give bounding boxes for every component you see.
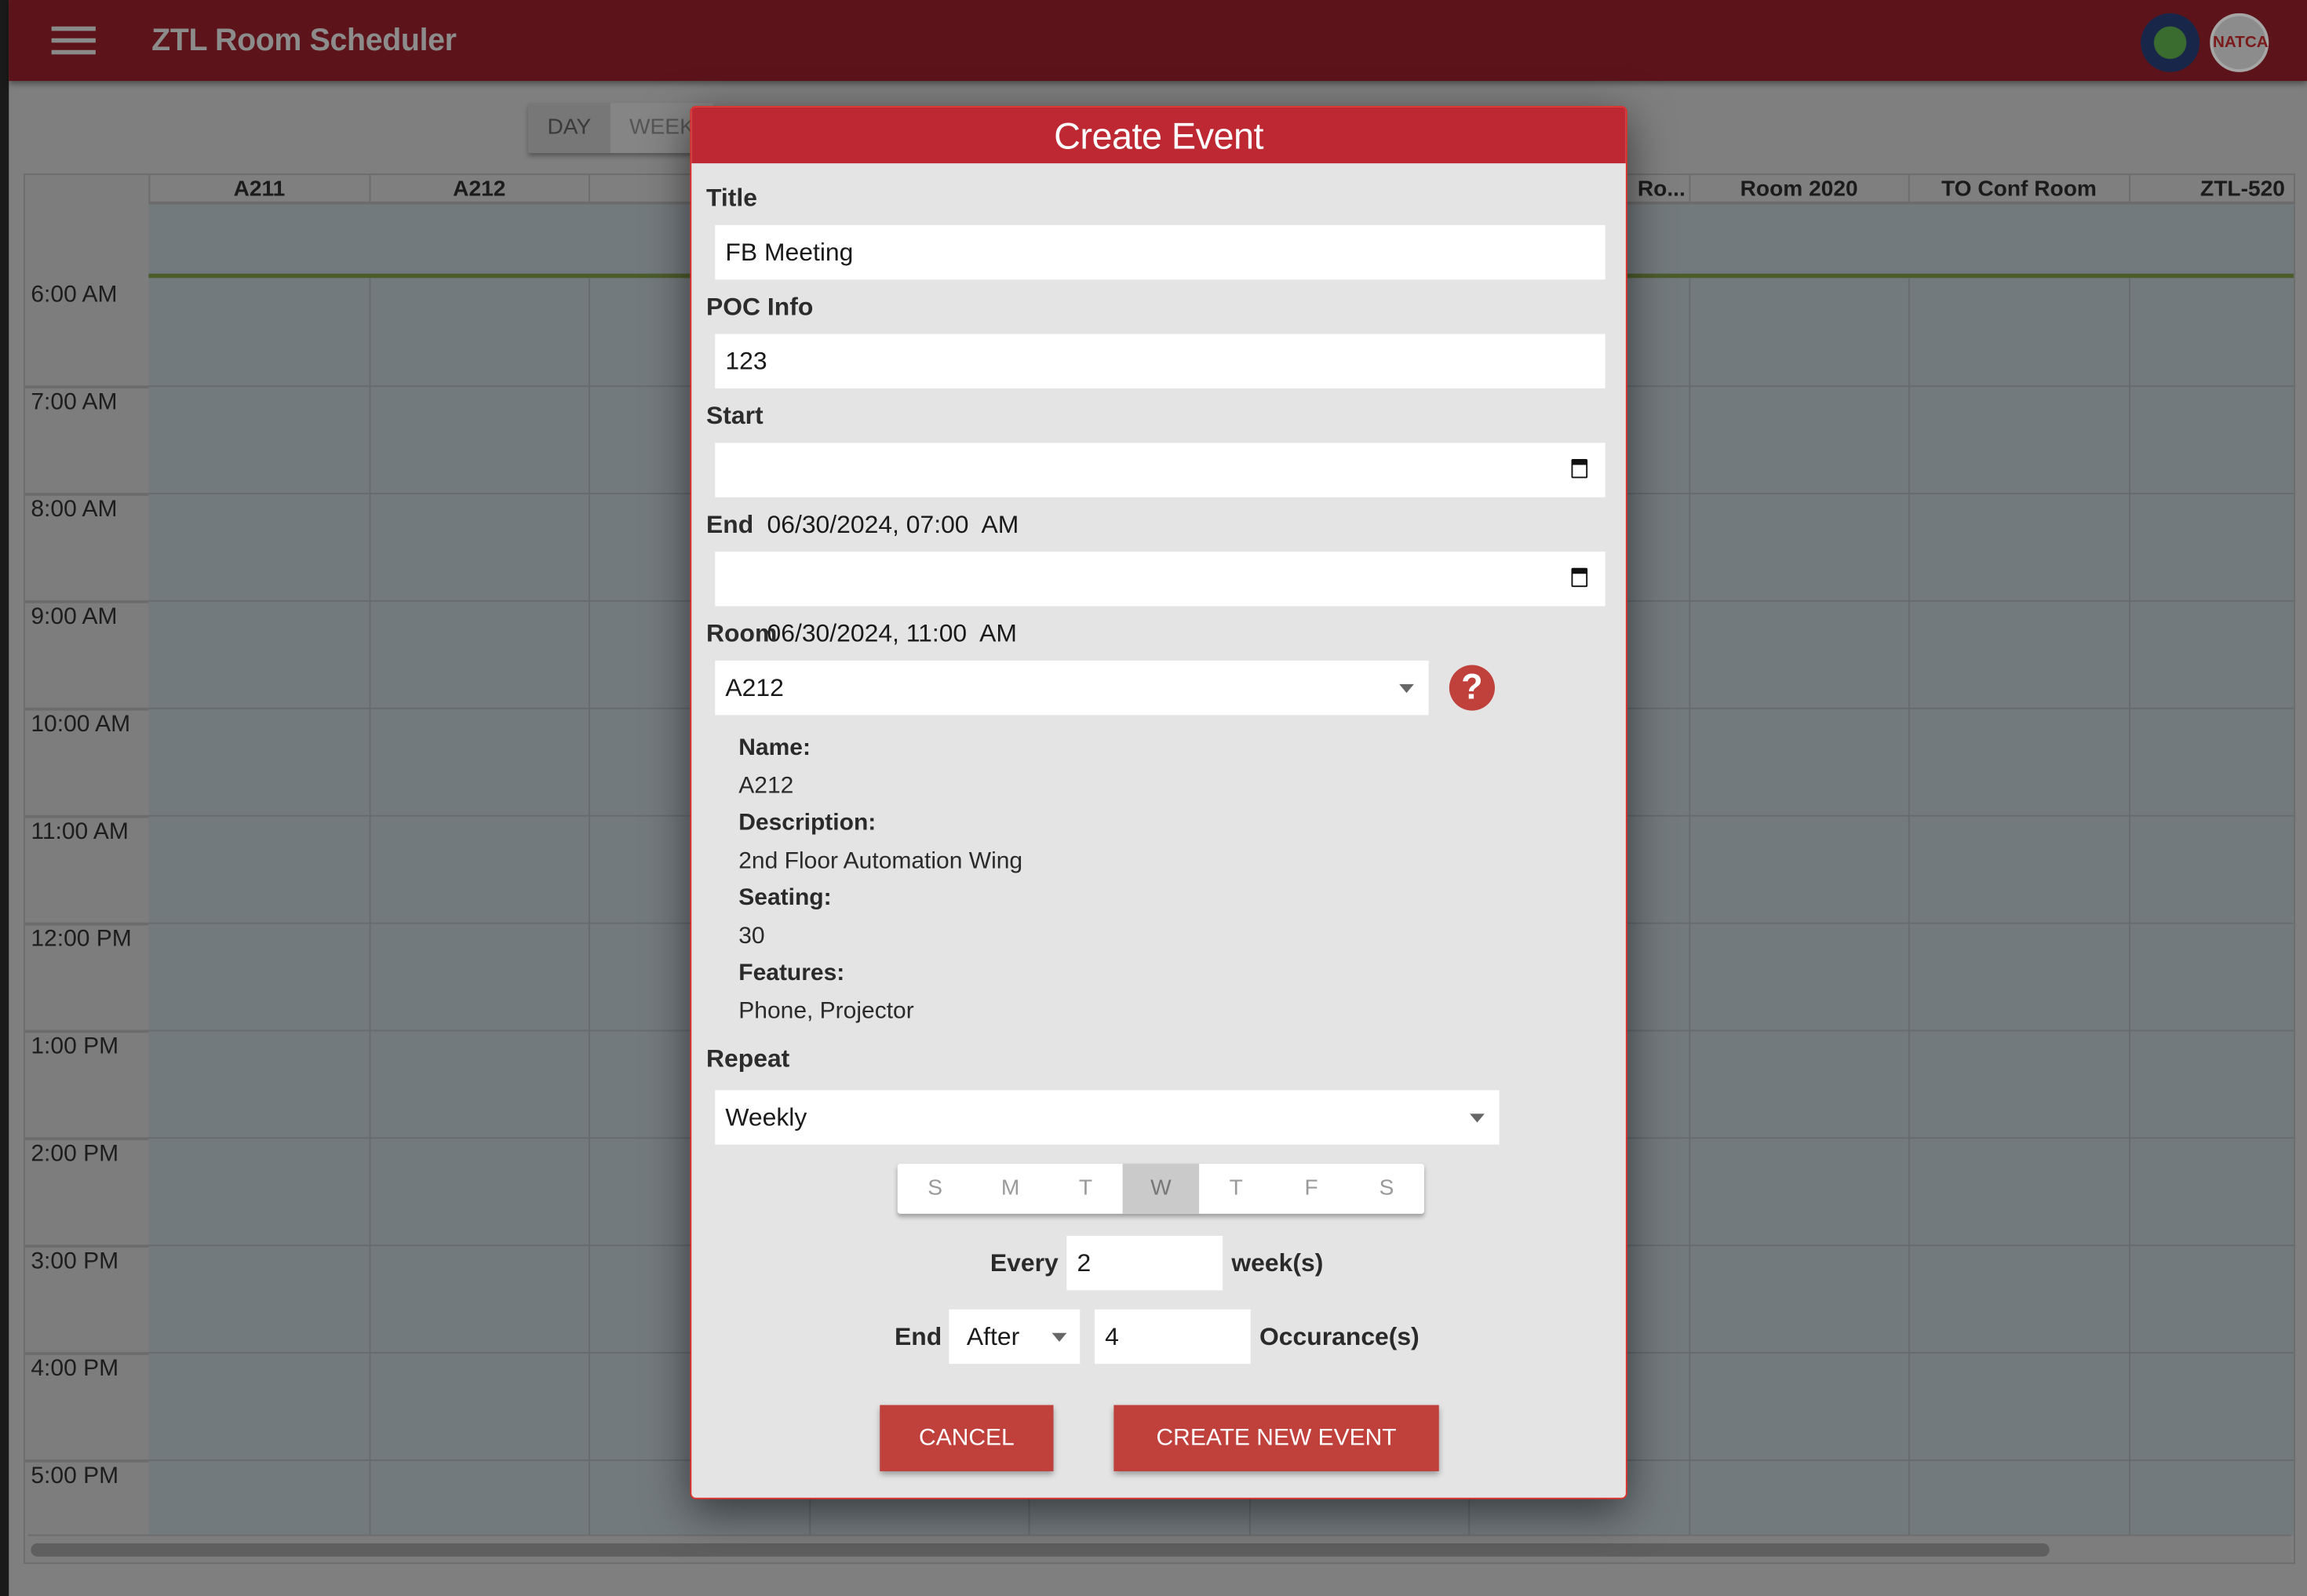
weekday-toggle[interactable]: M [973, 1164, 1048, 1214]
room-features-value: Phone, Projector [738, 999, 914, 1024]
room-column-header: ZTL-520 [2128, 175, 2294, 205]
end-repeat-label: End [895, 1322, 942, 1351]
weekday-toggle[interactable]: S [898, 1164, 973, 1214]
hour-divider [24, 1244, 149, 1248]
chevron-down-icon [1470, 1113, 1485, 1123]
calendar-icon[interactable] [1571, 459, 1588, 479]
create-event-dialog: Create Event Title POC Info Start 06/30/… [690, 106, 1627, 1499]
repeat-label: Repeat [706, 1044, 790, 1073]
weekday-toggle[interactable]: S [1349, 1164, 1424, 1214]
app-title: ZTL Room Scheduler [151, 24, 457, 58]
time-slot-label: 7:00 AM [31, 389, 118, 415]
time-slot-label: 6:00 AM [31, 282, 118, 308]
room-seating-value: 30 [738, 924, 765, 949]
hour-divider [24, 922, 149, 926]
weekday-toggle[interactable]: W [1123, 1164, 1199, 1214]
weekday-toggle[interactable]: F [1274, 1164, 1349, 1214]
natca-logo: NATCA [2210, 13, 2269, 72]
title-label: Title [706, 184, 757, 212]
time-slot-label: 1:00 PM [31, 1034, 119, 1059]
poc-info-label: POC Info [706, 293, 814, 321]
chevron-down-icon [1051, 1332, 1067, 1342]
room-select-value: A212 [725, 673, 784, 702]
room-column-header: A212 [368, 175, 589, 205]
column-divider [2128, 278, 2130, 1536]
app-bar: ZTL Room Scheduler NATCA [9, 0, 2307, 82]
hour-divider [24, 1029, 149, 1033]
room-label: Room [706, 619, 778, 647]
column-divider [1688, 278, 1690, 1536]
room-column-header: TO Conf Room [1908, 175, 2129, 205]
time-column: 6:00 AM 7:00 AM 8:00 AM 9:00 AM 10:00 AM 11:0… [24, 175, 149, 1563]
scrollbar-thumb[interactable] [31, 1543, 2050, 1557]
room-name-value: A212 [738, 774, 794, 800]
time-slot-label: 8:00 AM [31, 497, 118, 523]
help-icon[interactable]: ? [1449, 665, 1495, 711]
end-datetime-value: 06/30/2024, 11:00 AM [767, 619, 1017, 647]
poc-info-input[interactable] [715, 333, 1605, 388]
hour-divider [24, 1137, 149, 1141]
occurrence-count-input[interactable]: 4 [1095, 1309, 1251, 1365]
repeat-select[interactable]: Weekly [715, 1090, 1500, 1145]
every-label: Every [989, 1248, 1059, 1277]
time-slot-label: 9:00 AM [31, 604, 118, 630]
window-edge [0, 0, 9, 1596]
room-description-label: Description: [738, 811, 877, 836]
weekday-selector: SMTWTFS [897, 1164, 1424, 1214]
room-name-label: Name: [738, 735, 811, 761]
horizontal-scrollbar[interactable] [27, 1534, 2291, 1563]
end-mode-value: After [966, 1322, 1020, 1351]
room-seating-label: Seating: [738, 885, 832, 911]
create-new-event-button[interactable]: CREATE NEW EVENT [1113, 1405, 1439, 1471]
cancel-button[interactable]: CANCEL [880, 1405, 1054, 1471]
room-description-value: 2nd Floor Automation Wing [738, 848, 1023, 874]
repeat-select-value: Weekly [725, 1103, 807, 1131]
dialog-title: Create Event [691, 107, 1626, 164]
room-column-header: Room 2020 [1688, 175, 1908, 205]
weekday-toggle[interactable]: T [1048, 1164, 1124, 1214]
repeat-interval-input[interactable]: 2 [1066, 1236, 1223, 1291]
occurrence-unit-label: Occurance(s) [1259, 1322, 1420, 1351]
time-slot-label: 4:00 PM [31, 1356, 119, 1382]
chevron-down-icon [1399, 683, 1414, 694]
column-divider [589, 278, 590, 1536]
room-column-header: A211 [148, 175, 369, 205]
hamburger-menu-icon[interactable] [51, 26, 96, 56]
hour-divider [24, 707, 149, 711]
weekday-toggle[interactable]: T [1198, 1164, 1274, 1214]
faa-seal-logo [2141, 13, 2200, 72]
view-toggle: DAY WEEK [528, 103, 714, 153]
hour-divider [24, 600, 149, 603]
time-slot-label: 3:00 PM [31, 1248, 119, 1274]
interval-unit-label: week(s) [1231, 1248, 1324, 1277]
hour-divider [24, 814, 149, 818]
time-slot-label: 5:00 PM [31, 1463, 119, 1489]
time-slot-label: 2:00 PM [31, 1142, 119, 1167]
column-divider [1908, 278, 1910, 1536]
start-datetime-value: 06/30/2024, 07:00 AM [767, 510, 1019, 539]
title-input[interactable] [715, 224, 1605, 280]
end-datetime-input[interactable]: 06/30/2024, 11:00 AM [715, 552, 1605, 647]
calendar-icon[interactable] [1571, 567, 1588, 588]
room-select[interactable]: A212 [715, 660, 1429, 716]
time-slot-label: 12:00 PM [31, 927, 132, 953]
view-day-button[interactable]: DAY [528, 103, 610, 153]
start-datetime-input[interactable]: 06/30/2024, 07:00 AM [715, 443, 1605, 538]
time-slot-label: 11:00 AM [31, 819, 129, 845]
time-slot-label: 10:00 AM [31, 712, 131, 738]
room-features-label: Features: [738, 960, 845, 986]
column-divider [368, 278, 370, 1536]
hour-divider [24, 385, 149, 388]
app-root: ZTL Room Scheduler NATCA DAY WEEK 6:00 A… [0, 0, 2307, 1596]
end-label: End [706, 510, 754, 539]
start-label: Start [706, 401, 764, 430]
end-mode-select[interactable]: After [949, 1309, 1081, 1365]
hour-divider [24, 493, 149, 496]
hour-divider [24, 1352, 149, 1355]
hour-divider [24, 1459, 149, 1463]
